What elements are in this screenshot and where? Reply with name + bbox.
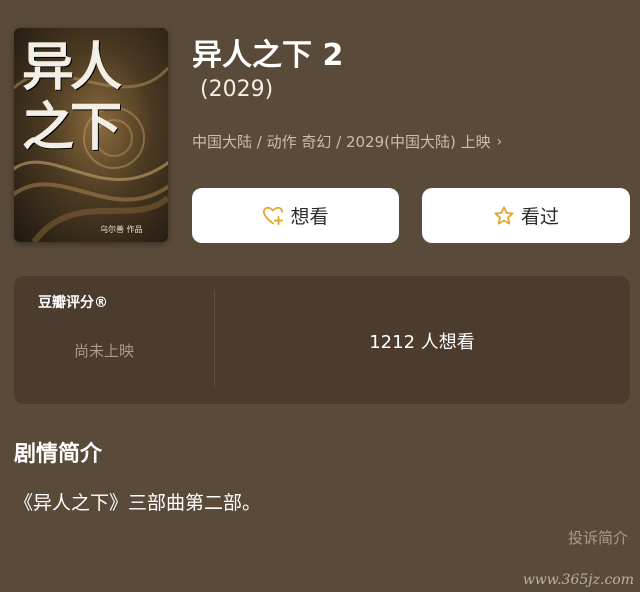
watched-button[interactable]: 看过	[422, 188, 630, 243]
movie-meta-link[interactable]: 中国大陆 / 动作 奇幻 / 2029(中国大陆) 上映 ›	[192, 131, 502, 152]
watched-label: 看过	[520, 206, 559, 228]
want-to-watch-button[interactable]: 想看	[192, 188, 399, 243]
movie-meta-text: 中国大陆 / 动作 奇幻 / 2029(中国大陆) 上映	[192, 133, 491, 151]
douban-rating-title: 豆瓣评分®	[38, 295, 108, 311]
movie-title: 异人之下 2	[192, 38, 344, 73]
chevron-right-icon: ›	[496, 133, 503, 150]
rating-card: 豆瓣评分® 尚未上映 1212 人想看	[14, 276, 630, 404]
star-icon	[494, 205, 514, 225]
movie-poster[interactable]: 异人之下 乌尔善 作品	[14, 28, 168, 242]
synopsis-heading: 剧情简介	[14, 442, 103, 467]
heart-plus-icon	[263, 206, 284, 225]
want-count: 1212 人想看	[369, 332, 475, 353]
want-to-watch-label: 想看	[290, 206, 329, 228]
poster-title-art: 异人之下	[22, 37, 122, 158]
poster-credit: 乌尔善 作品	[100, 225, 143, 234]
rating-status: 尚未上映	[74, 342, 135, 360]
report-synopsis-link[interactable]: 投诉简介	[568, 527, 628, 548]
site-watermark: www.365jz.com	[522, 572, 634, 588]
synopsis-text: 《异人之下》三部曲第二部。	[14, 492, 262, 514]
movie-year: (2029)	[200, 77, 274, 102]
